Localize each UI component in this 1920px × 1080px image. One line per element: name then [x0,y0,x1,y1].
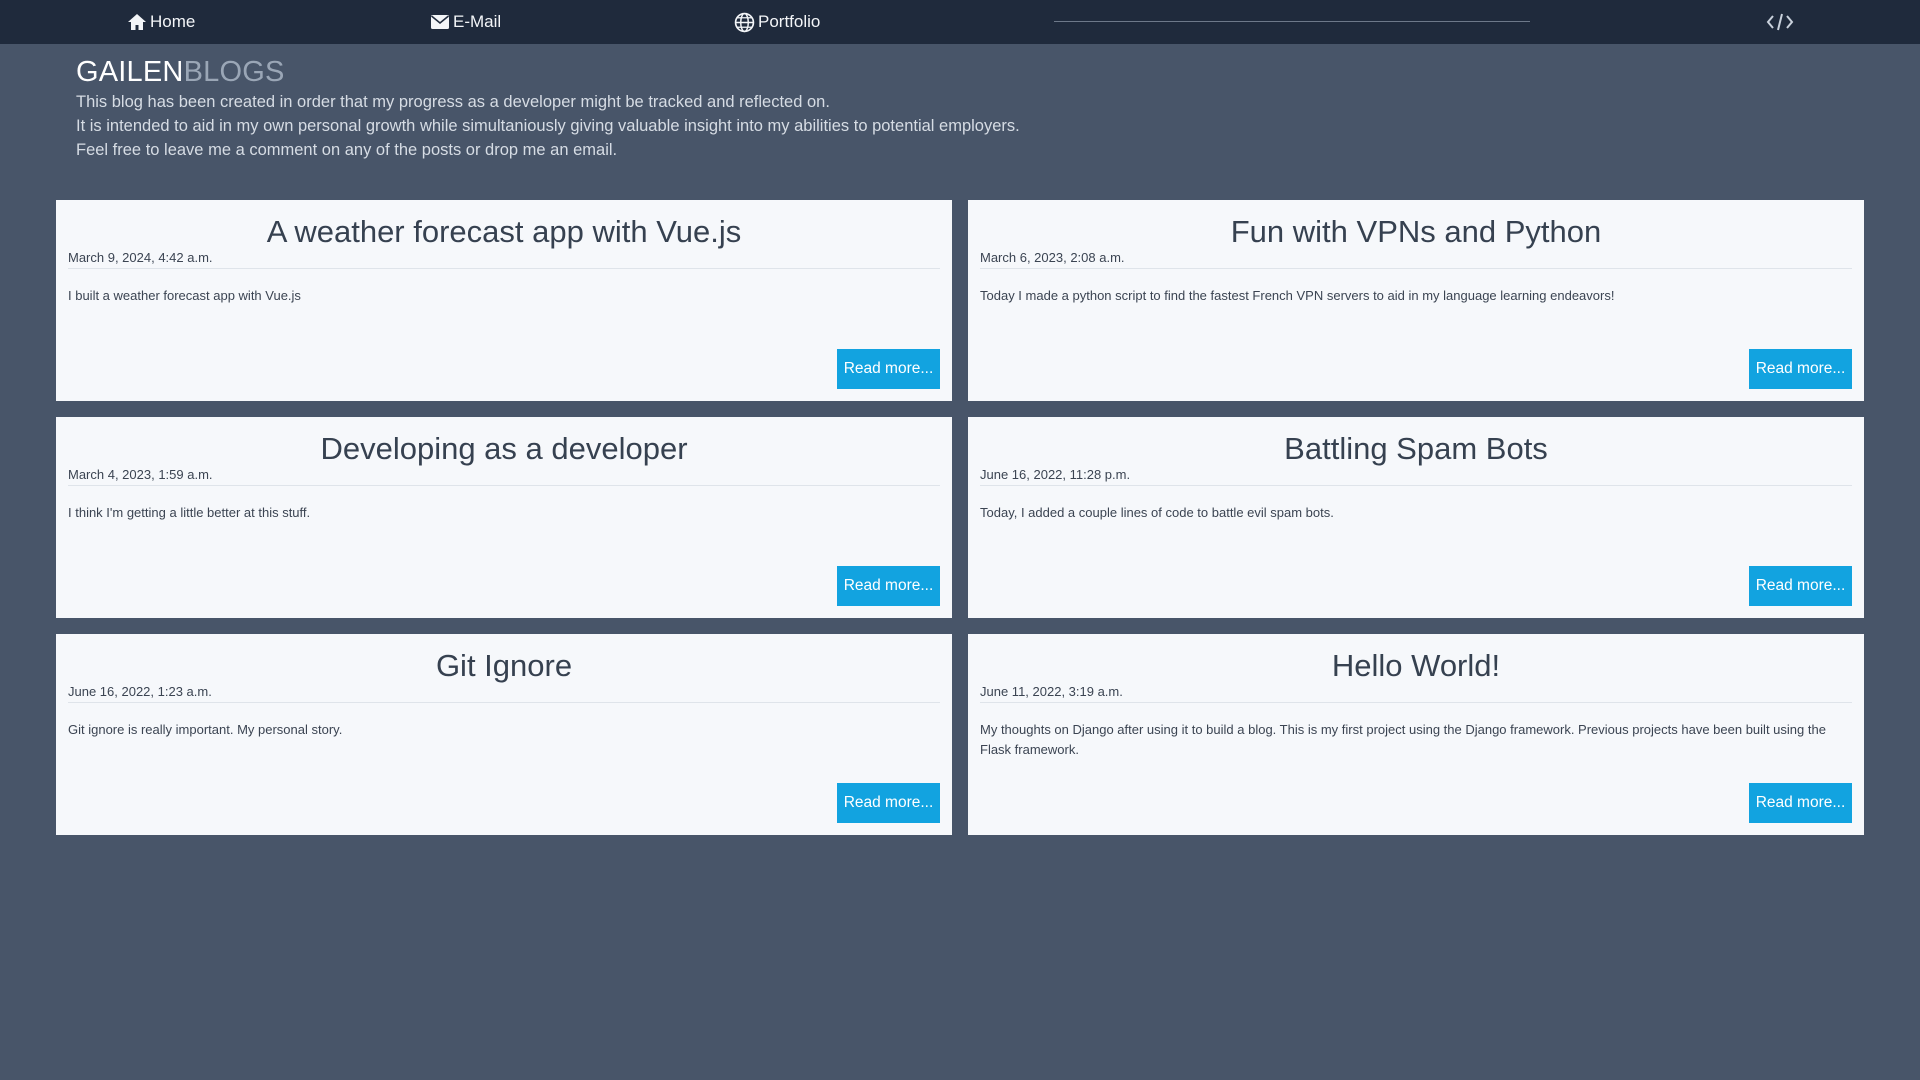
post-divider [68,485,940,486]
site-brand[interactable]: GAILENBLOGS [76,54,1276,90]
post-summary: Today I made a python script to find the… [980,288,1615,303]
post-date: March 4, 2023, 1:59 a.m. [68,467,213,482]
post-summary: I built a weather forecast app with Vue.… [68,288,301,303]
envelope-icon [430,15,450,29]
nav-email-link[interactable]: E-Mail [430,0,501,44]
nav-home-label: Home [150,12,196,31]
blog-intro: This blog has been created in order that… [76,90,1276,162]
intro-line: This blog has been created in order that… [76,93,830,111]
post-card: A weather forecast app with Vue.js March… [56,200,952,401]
post-card: Git Ignore June 16, 2022, 1:23 a.m. Git … [56,634,952,835]
post-date: June 11, 2022, 3:19 a.m. [980,684,1123,699]
post-divider [980,485,1852,486]
post-date: June 16, 2022, 1:23 a.m. [68,684,212,699]
post-summary: Git ignore is really important. My perso… [68,722,343,737]
brand-part-2: BLOGS [183,56,285,88]
post-date: March 9, 2024, 4:42 a.m. [68,250,213,265]
intro-line: Feel free to leave me a comment on any o… [76,141,618,159]
read-more-button[interactable]: Read more... [837,783,940,823]
intro-line: It is intended to aid in my own personal… [76,117,1020,135]
post-date: June 16, 2022, 11:28 p.m. [980,467,1131,482]
post-card: Fun with VPNs and Python March 6, 2023, … [968,200,1864,401]
post-summary: I think I'm getting a little better at t… [68,505,311,520]
post-date: March 6, 2023, 2:08 a.m. [980,250,1125,265]
post-title[interactable]: Git Ignore [56,646,952,686]
read-more-button[interactable]: Read more... [1749,566,1852,606]
top-navbar: Home E-Mail Portfolio [0,0,1920,44]
post-divider [68,702,940,703]
nav-email-label: E-Mail [453,12,502,31]
blog-header: GAILENBLOGS This blog has been created i… [76,54,1276,162]
nav-portfolio-link[interactable]: Portfolio [734,0,820,44]
post-summary: My thoughts on Django after using it to … [980,722,1826,757]
read-more-button[interactable]: Read more... [837,349,940,389]
brand-part-1: GAILEN [76,56,184,88]
code-icon [1766,13,1794,31]
read-more-button[interactable]: Read more... [1749,349,1852,389]
post-card: Developing as a developer March 4, 2023,… [56,417,952,618]
post-title[interactable]: A weather forecast app with Vue.js [56,212,952,252]
post-summary: Today, I added a couple lines of code to… [980,505,1334,520]
nav-portfolio-label: Portfolio [758,12,821,31]
globe-icon [734,12,755,32]
home-icon [128,14,146,30]
nav-home-link[interactable]: Home [127,0,195,44]
post-card: Hello World! June 11, 2022, 3:19 a.m. My… [968,634,1864,835]
post-divider [980,702,1852,703]
post-divider [68,268,940,269]
post-title[interactable]: Hello World! [968,646,1864,686]
post-title[interactable]: Developing as a developer [56,429,952,469]
post-title[interactable]: Fun with VPNs and Python [968,212,1864,252]
read-more-button[interactable]: Read more... [837,566,940,606]
post-title[interactable]: Battling Spam Bots [968,429,1864,469]
read-more-button[interactable]: Read more... [1749,783,1852,823]
nav-divider-line [1054,21,1530,22]
post-divider [980,268,1852,269]
source-code-link[interactable] [1766,10,1794,34]
post-card: Battling Spam Bots June 16, 2022, 11:28 … [968,417,1864,618]
